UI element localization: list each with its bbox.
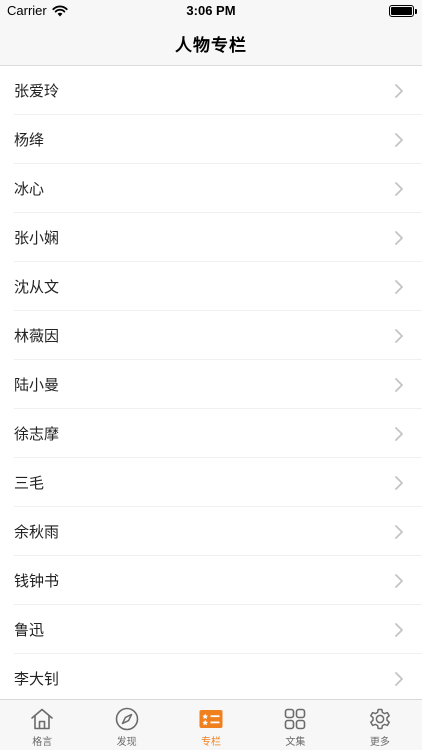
chevron-right-icon [395, 230, 403, 245]
status-time: 3:06 PM [186, 3, 236, 18]
list-item-label: 张小娴 [14, 229, 60, 247]
list-item-label: 钱钟书 [14, 572, 60, 590]
list-item-label: 徐志摩 [14, 425, 60, 443]
chevron-right-icon [395, 573, 403, 588]
chevron-right-icon [395, 622, 403, 637]
list-item[interactable]: 鲁迅 [0, 605, 422, 654]
tab-label: 发现 [116, 737, 137, 748]
grid-icon [285, 708, 306, 730]
compass-icon [115, 707, 138, 731]
tab-label: 格言 [32, 737, 53, 748]
list-item-label: 杨绛 [14, 131, 45, 149]
chevron-right-icon [395, 132, 403, 147]
list-item-label: 林薇因 [14, 327, 60, 345]
chevron-right-icon [395, 279, 403, 294]
list-item-label: 李大钊 [14, 670, 60, 688]
home-icon [31, 708, 54, 730]
list-item-label: 三毛 [14, 474, 45, 492]
status-bar: Carrier 3:06 PM [0, 0, 422, 22]
chevron-right-icon [395, 671, 403, 686]
tab-bar: 格言 发现 专栏 文集 更多 [0, 699, 422, 750]
list-item-label: 余秋雨 [14, 523, 60, 541]
tab-label: 文集 [285, 737, 306, 748]
list-item[interactable]: 钱钟书 [0, 556, 422, 605]
chevron-right-icon [395, 426, 403, 441]
list-item-label: 鲁迅 [14, 621, 45, 639]
list-item[interactable]: 张小娴 [0, 213, 422, 262]
list-item-label: 冰心 [14, 180, 45, 198]
list-item[interactable]: 徐志摩 [0, 409, 422, 458]
tab-label: 专栏 [201, 737, 222, 748]
tab-column[interactable]: 专栏 [169, 700, 253, 750]
list-item-label: 沈从文 [14, 278, 60, 296]
list-item[interactable]: 冰心 [0, 164, 422, 213]
list-item[interactable]: 余秋雨 [0, 507, 422, 556]
list-item-label: 张爱玲 [14, 82, 60, 100]
battery-icon [389, 5, 417, 17]
navigation-bar: 人物专栏 [0, 22, 422, 66]
list-item[interactable]: 林薇因 [0, 311, 422, 360]
tab-discover[interactable]: 发现 [84, 700, 168, 750]
list-item[interactable]: 三毛 [0, 458, 422, 507]
tab-collections[interactable]: 文集 [253, 700, 337, 750]
chevron-right-icon [395, 475, 403, 490]
list-item[interactable]: 李大钊 [0, 654, 422, 699]
list-item[interactable]: 沈从文 [0, 262, 422, 311]
list-item-label: 陆小曼 [14, 376, 60, 394]
page-title: 人物专栏 [175, 36, 247, 56]
column-list-icon [199, 710, 223, 728]
tab-maxims[interactable]: 格言 [0, 700, 84, 750]
list-item[interactable]: 陆小曼 [0, 360, 422, 409]
tab-more[interactable]: 更多 [338, 700, 422, 750]
chevron-right-icon [395, 83, 403, 98]
gear-icon [369, 708, 390, 730]
list-item[interactable]: 杨绛 [0, 115, 422, 164]
chevron-right-icon [395, 377, 403, 392]
chevron-right-icon [395, 328, 403, 343]
list-item[interactable]: 张爱玲 [0, 66, 422, 115]
chevron-right-icon [395, 181, 403, 196]
author-list: 张爱玲 杨绛 冰心 张小娴 沈从文 林薇因 陆小曼 徐志摩 三毛 余秋雨 钱钟书 [0, 66, 422, 699]
tab-label: 更多 [369, 737, 390, 748]
chevron-right-icon [395, 524, 403, 539]
